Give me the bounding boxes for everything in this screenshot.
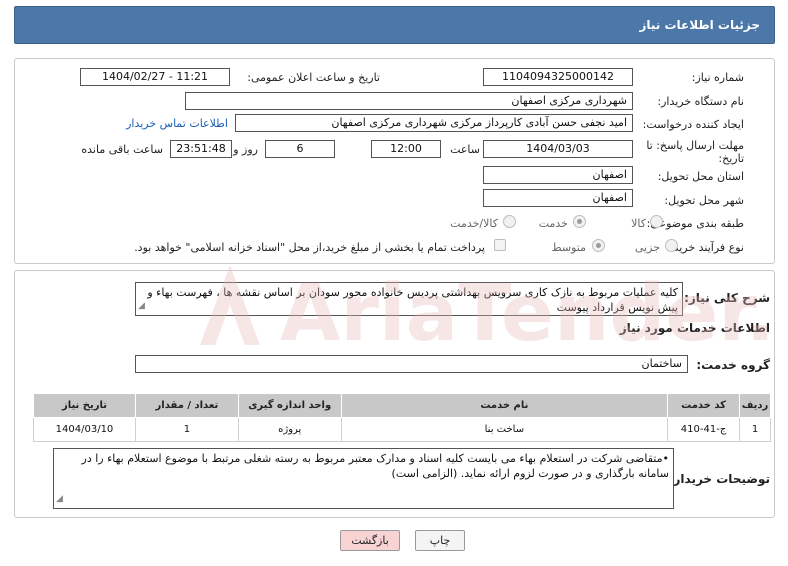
service-group-label: گروه خدمت: [696, 358, 770, 372]
announce-datetime-field: 1404/02/27 - 11:21 [80, 68, 230, 86]
resize-grip-icon[interactable]: ◢ [138, 299, 145, 314]
resize-grip-icon[interactable]: ◢ [56, 492, 63, 507]
category-radio-goods[interactable] [650, 215, 663, 228]
cell-row-number: 1 [739, 417, 771, 442]
buyer-notes-label: توضیحات خریدار: [668, 472, 770, 486]
province-field: اصفهان [483, 166, 633, 184]
col-header-service-code: کد خدمت [667, 393, 741, 418]
remaining-time-label: ساعت باقی مانده [81, 143, 163, 156]
description-text: کلیه عملیات مربوط به نازک کاری سرویس بهد… [147, 286, 678, 314]
process-label: نوع فرآیند خرید : [666, 241, 744, 254]
buyer-contact-link[interactable]: اطلاعات تماس خریدار [126, 117, 228, 130]
table-row: 1 ج-41-410 ساخت بنا پروژه 1 1404/03/10 [33, 417, 771, 442]
services-table: ردیف کد خدمت نام خدمت واحد اندازه گیری ت… [33, 393, 771, 442]
description-label: شرح کلی نیاز: [684, 291, 770, 305]
col-header-row-number: ردیف [739, 393, 771, 418]
need-number-field: 1104094325000142 [483, 68, 633, 86]
services-section-title: اطلاعات خدمات مورد نیاز [619, 321, 770, 335]
col-header-unit: واحد اندازه گیری [237, 393, 342, 418]
service-group-field: ساختمان [135, 355, 688, 373]
category-option-goods: کالا [631, 217, 646, 230]
col-header-service-name: نام خدمت [340, 393, 669, 418]
buyer-org-field: شهرداری مرکزی اصفهان [185, 92, 633, 110]
cell-unit: پروژه [237, 417, 342, 442]
buyer-notes-text: •متقاضی شرکت در استعلام بهاء می بایست کل… [81, 452, 669, 480]
category-radio-service[interactable] [573, 215, 586, 228]
deadline-time-field: 12:00 [371, 140, 441, 158]
buyer-org-label: نام دستگاه خریدار: [657, 95, 744, 108]
remaining-days-field: 6 [265, 140, 335, 158]
back-button[interactable]: بازگشت [340, 530, 400, 551]
process-radio-minor[interactable] [665, 239, 678, 252]
days-label: روز و [233, 143, 258, 156]
treasury-payment-checkbox[interactable] [494, 239, 506, 251]
cell-service-code: ج-41-410 [667, 417, 741, 442]
cell-service-name: ساخت بنا [340, 417, 669, 442]
table-header-row: ردیف کد خدمت نام خدمت واحد اندازه گیری ت… [33, 393, 771, 418]
treasury-payment-note: پرداخت تمام یا بخشی از مبلغ خرید،از محل … [134, 241, 485, 254]
cell-quantity: 1 [134, 417, 239, 442]
process-option-minor: جزیی [634, 241, 660, 254]
city-label: شهر محل تحویل: [664, 194, 744, 207]
category-radio-goods-service[interactable] [503, 215, 516, 228]
process-radio-medium[interactable] [592, 239, 605, 252]
cell-need-date: 1404/03/10 [33, 417, 136, 442]
description-textarea[interactable]: کلیه عملیات مربوط به نازک کاری سرویس بهد… [135, 282, 683, 316]
deadline-time-label: ساعت [450, 143, 480, 156]
creator-label: ایجاد کننده درخواست: [642, 118, 744, 131]
col-header-need-date: تاریخ نیاز [33, 393, 136, 418]
remaining-time-field: 23:51:48 [170, 140, 232, 158]
category-option-goods-service: کالا/خدمت [450, 217, 498, 230]
deadline-label: مهلت ارسال پاسخ: تا تاریخ: [646, 139, 744, 165]
category-option-service: خدمت [538, 217, 568, 230]
page-header: جزئیات اطلاعات نیاز [14, 6, 775, 44]
process-option-medium: متوسط [551, 241, 586, 254]
province-label: استان محل تحویل: [657, 170, 744, 183]
deadline-date-field: 1404/03/03 [483, 140, 633, 158]
announce-datetime-label: تاریخ و ساعت اعلان عمومی: [247, 71, 380, 84]
creator-field: امید نجفی حسن آبادی کارپرداز مرکزی شهردا… [235, 114, 633, 132]
page-title: جزئیات اطلاعات نیاز [639, 18, 760, 32]
print-button[interactable]: چاپ [415, 530, 465, 551]
need-number-label: شماره نیاز: [691, 71, 744, 84]
city-field: اصفهان [483, 189, 633, 207]
buyer-notes-textarea[interactable]: •متقاضی شرکت در استعلام بهاء می بایست کل… [53, 448, 674, 509]
col-header-quantity: تعداد / مقدار [134, 393, 239, 418]
